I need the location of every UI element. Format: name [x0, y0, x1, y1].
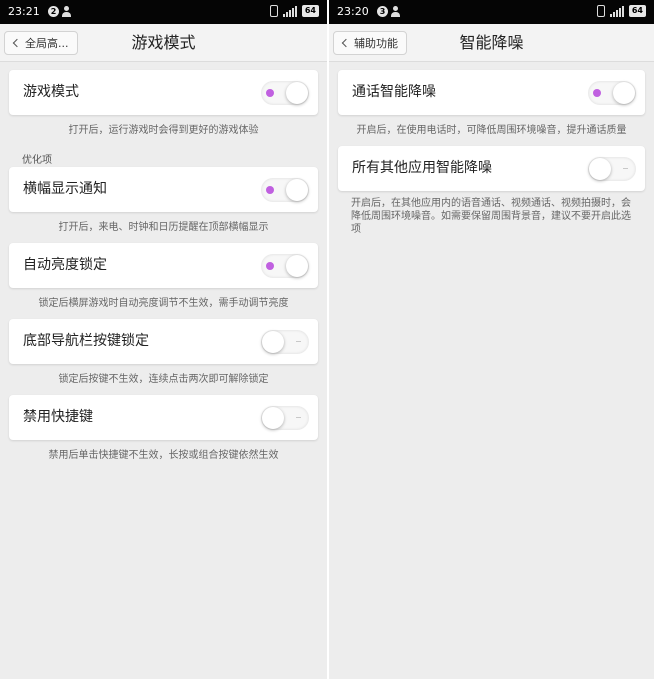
status-bar: 23:21 2 64: [0, 0, 327, 24]
game-mode-toggle[interactable]: [261, 81, 309, 105]
back-button[interactable]: 全局高...: [4, 31, 78, 55]
chevron-left-icon: [12, 38, 22, 48]
nav-bar-lock-toggle[interactable]: [261, 330, 309, 354]
other-apps-noise-reduction-toggle[interactable]: [588, 157, 636, 181]
chevron-left-icon: [341, 38, 351, 48]
setting-description: 锁定后按键不生效，连续点击两次即可解除锁定: [58, 374, 269, 385]
setting-description: 禁用后单击快捷键不生效，长按或组合按键依然生效: [48, 450, 279, 461]
setting-label: 游戏模式: [23, 84, 79, 100]
setting-description: 开启后，在使用电话时，可降低周围环境噪音，提升通话质量: [356, 125, 627, 136]
contacts-icon: [391, 6, 403, 17]
vibrate-icon: [269, 5, 278, 17]
status-bar: 23:20 3 64: [329, 0, 654, 24]
contacts-icon: [62, 6, 74, 17]
vibrate-icon: [596, 5, 605, 17]
back-button-label: 全局高...: [25, 37, 69, 50]
setting-description: 打开后，运行游戏时会得到更好的游戏体验: [68, 125, 259, 136]
setting-row-banner-notification: 横幅显示通知: [9, 167, 318, 212]
setting-description: 打开后，来电、时钟和日历提醒在顶部横幅显示: [58, 222, 269, 233]
back-button-label: 辅助功能: [354, 37, 398, 50]
setting-description: 锁定后横屏游戏时自动亮度调节不生效，需手动调节亮度: [38, 298, 289, 309]
setting-row-nav-bar-lock: 底部导航栏按键锁定: [9, 319, 318, 364]
setting-label: 自动亮度锁定: [23, 257, 107, 273]
setting-label: 底部导航栏按键锁定: [23, 333, 149, 349]
section-label: 优化项: [22, 155, 52, 166]
banner-notification-toggle[interactable]: [261, 178, 309, 202]
battery-icon: 64: [628, 5, 646, 17]
setting-label: 禁用快捷键: [23, 409, 93, 425]
game-mode-screen: 23:21 2 64 游戏模式 全局高... 游戏模式 打开后，运行游戏时会得到…: [0, 0, 327, 679]
status-time: 23:20: [337, 5, 369, 18]
auto-brightness-lock-toggle[interactable]: [261, 254, 309, 278]
setting-label: 所有其他应用智能降噪: [352, 160, 492, 176]
header: 智能降噪 辅助功能: [329, 24, 654, 62]
setting-description: 开启后，在其他应用内的语音通话、视频通话、视频拍摄时，会降低周围环境噪音。如需要…: [351, 198, 631, 235]
setting-label: 通话智能降噪: [352, 84, 436, 100]
back-button[interactable]: 辅助功能: [333, 31, 407, 55]
setting-label: 横幅显示通知: [23, 181, 107, 197]
header: 游戏模式 全局高...: [0, 24, 327, 62]
battery-icon: 64: [301, 5, 319, 17]
setting-row-call-noise-reduction: 通话智能降噪: [338, 70, 645, 115]
notification-count-icon: 2: [48, 6, 59, 17]
signal-icon: [282, 5, 297, 17]
noise-reduction-screen: 23:20 3 64 智能降噪 辅助功能 通话智能降噪 开启后，在使用电话时，可…: [329, 0, 654, 679]
setting-row-disable-shortcuts: 禁用快捷键: [9, 395, 318, 440]
setting-row-other-apps-noise-reduction: 所有其他应用智能降噪: [338, 146, 645, 191]
setting-row-game-mode: 游戏模式: [9, 70, 318, 115]
setting-row-auto-brightness-lock: 自动亮度锁定: [9, 243, 318, 288]
notification-count-icon: 3: [377, 6, 388, 17]
signal-icon: [609, 5, 624, 17]
call-noise-reduction-toggle[interactable]: [588, 81, 636, 105]
disable-shortcuts-toggle[interactable]: [261, 406, 309, 430]
status-time: 23:21: [8, 5, 40, 18]
